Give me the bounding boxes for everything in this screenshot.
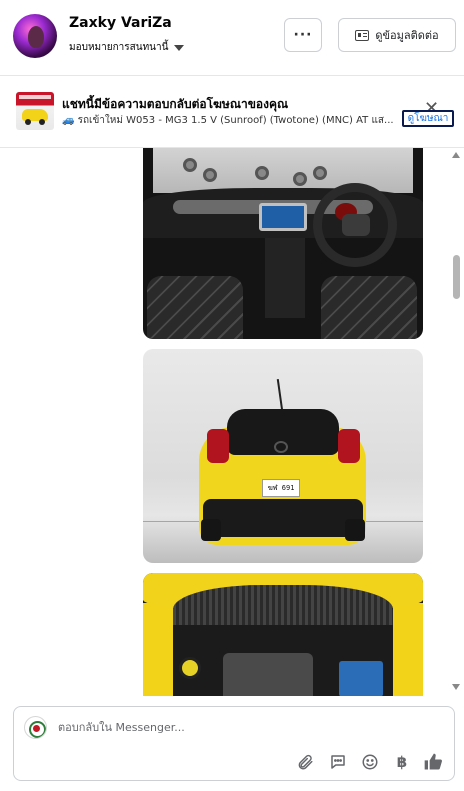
conversation-header: Zaxky VariZa มอบหมายการสนทนานี้ ··· ดูข้… xyxy=(0,0,464,76)
page-avatar xyxy=(24,716,47,739)
assign-conversation-dropdown[interactable]: มอบหมายการสนทนานี้ xyxy=(69,40,185,55)
more-options-button[interactable]: ··· xyxy=(284,18,322,52)
baht-payment-icon[interactable]: ฿ xyxy=(391,751,413,773)
reply-composer: ฿ xyxy=(13,706,455,781)
assign-label: มอบหมายการสนทนานี้ xyxy=(69,42,169,53)
rear-exterior-photo[interactable]: ฆฬ 691 xyxy=(143,349,423,563)
engine-bay-photo[interactable] xyxy=(143,573,423,696)
caret-down-icon xyxy=(174,44,185,51)
interior-photo[interactable] xyxy=(143,148,423,339)
message-thread[interactable]: ฆฬ 691 xyxy=(0,148,464,696)
contact-info-label: ดูข้อมูลติดต่อ xyxy=(375,29,439,42)
scroll-up-arrow-icon[interactable] xyxy=(452,152,460,158)
view-ad-link[interactable]: ดูโฆษณา xyxy=(402,110,454,127)
attachment-icon[interactable] xyxy=(294,751,316,773)
customer-name[interactable]: Zaxky VariZa xyxy=(69,15,172,31)
license-plate: ฆฬ 691 xyxy=(262,479,300,497)
scroll-down-arrow-icon[interactable] xyxy=(452,684,460,690)
baht-symbol: ฿ xyxy=(396,753,408,771)
scrollbar-thumb[interactable] xyxy=(453,255,460,299)
reply-input[interactable] xyxy=(58,721,418,734)
view-contact-info-button[interactable]: ดูข้อมูลติดต่อ xyxy=(338,18,456,52)
saved-reply-icon[interactable] xyxy=(327,751,349,773)
ad-banner-title: แชทนี้มีข้อความตอบกลับต่อโฆษณาของคุณ xyxy=(62,97,289,111)
emoji-icon[interactable] xyxy=(359,751,381,773)
ad-reply-banner: แชทนี้มีข้อความตอบกลับต่อโฆษณาของคุณ 🚙 ร… xyxy=(0,76,464,148)
ad-banner-subtitle: 🚙 รถเข้าใหม่ W053 - MG3 1.5 V (Sunroof) … xyxy=(62,115,394,126)
like-icon[interactable] xyxy=(422,751,444,773)
contact-card-icon xyxy=(355,29,370,41)
customer-avatar[interactable] xyxy=(13,14,57,58)
ad-thumbnail[interactable] xyxy=(16,92,54,130)
